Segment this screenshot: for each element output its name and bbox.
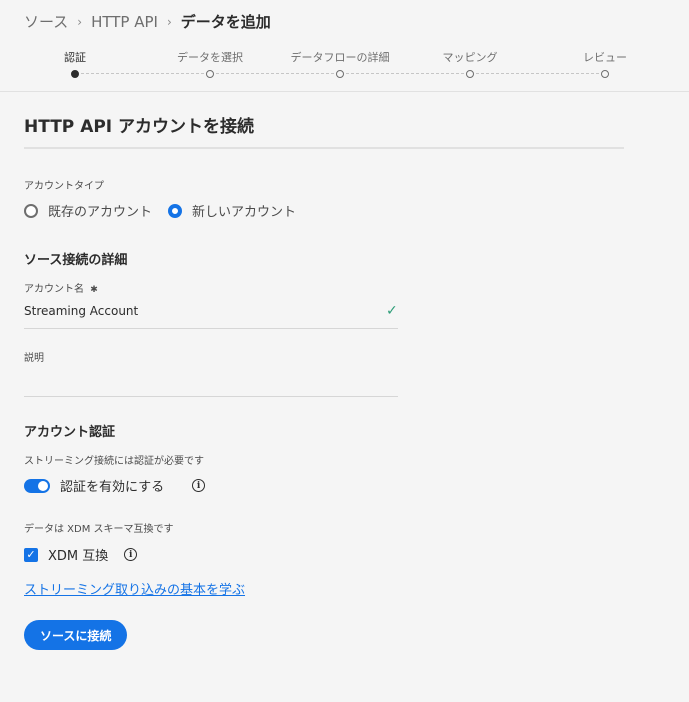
radio-new-account-label: 新しいアカウント (192, 205, 297, 220)
auth-toggle-label: 認証を有効にする (60, 480, 165, 495)
account-auth-heading: アカウント認証 (24, 425, 116, 440)
xdm-hint: データは XDM スキーマ互換です (24, 524, 174, 535)
info-icon[interactable]: i (192, 479, 206, 492)
breadcrumb: ソース › HTTP API › データを追加 (24, 11, 271, 32)
breadcrumb-item-sources[interactable]: ソース (24, 11, 68, 32)
step-label-mapping: マッピング (442, 51, 498, 64)
step-label-dataflow-detail: データフローの詳細 (290, 51, 390, 64)
radio-checked-icon[interactable] (168, 203, 183, 218)
auth-toggle-switch[interactable] (24, 478, 50, 493)
chevron-right-icon: › (77, 14, 83, 29)
header-divider (0, 91, 689, 92)
radio-unchecked-icon[interactable] (24, 203, 38, 218)
description-label: 説明 (24, 353, 44, 364)
info-icon[interactable]: i (124, 548, 138, 561)
chevron-right-icon: › (166, 14, 172, 29)
xdm-checkbox-row: ✓ XDM 互換 i (24, 545, 138, 564)
toggle-knob (38, 480, 48, 491)
source-details-heading: ソース接続の詳細 (24, 253, 128, 268)
checkmark-icon: ✓ (386, 303, 398, 319)
auth-hint: ストリーミング接続には認証が必要です (24, 456, 204, 467)
account-type-label: アカウントタイプ (24, 181, 104, 192)
step-label-auth: 認証 (64, 51, 86, 64)
xdm-checkbox[interactable]: ✓ (24, 547, 38, 562)
breadcrumb-current: データを追加 (180, 13, 271, 31)
step-dot-mapping (466, 70, 474, 78)
account-type-radio-group: 既存のアカウント 新しいアカウント (24, 201, 312, 220)
description-input[interactable] (24, 367, 398, 397)
step-label-review: レビュー (583, 51, 627, 64)
connect-source-button[interactable]: ソースに接続 (24, 620, 128, 650)
breadcrumb-item-http-api[interactable]: HTTP API (91, 13, 158, 31)
radio-existing-account-label: 既存のアカウント (48, 205, 153, 220)
title-divider (24, 147, 624, 149)
step-dot-dataflow-detail (336, 70, 344, 78)
step-dot-auth (71, 70, 79, 78)
account-name-label: アカウント名 ✱ (24, 280, 98, 295)
step-dot-review (601, 70, 609, 78)
account-name-input[interactable]: Streaming Account (24, 304, 138, 318)
step-connector (476, 73, 599, 74)
stepper: 認証 データを選択 データフローの詳細 マッピング レビュー (0, 48, 689, 88)
account-name-label-text: アカウント名 (24, 284, 84, 295)
step-label-select-data: データを選択 (177, 51, 243, 64)
step-connector (346, 73, 464, 74)
xdm-checkbox-label: XDM 互換 (48, 549, 109, 564)
step-connector (216, 73, 334, 74)
page-title: HTTP API アカウントを接続 (24, 117, 255, 137)
step-dot-select-data (206, 70, 214, 78)
account-name-underline (24, 328, 398, 329)
radio-existing-account[interactable]: 既存のアカウント (24, 201, 152, 220)
auth-toggle-row: 認証を有効にする i (24, 476, 206, 495)
required-asterisk-icon: ✱ (90, 285, 98, 295)
learn-streaming-link[interactable]: ストリーミング取り込みの基本を学ぶ (24, 579, 245, 598)
step-connector (81, 73, 204, 74)
radio-new-account[interactable]: 新しいアカウント (168, 201, 296, 220)
